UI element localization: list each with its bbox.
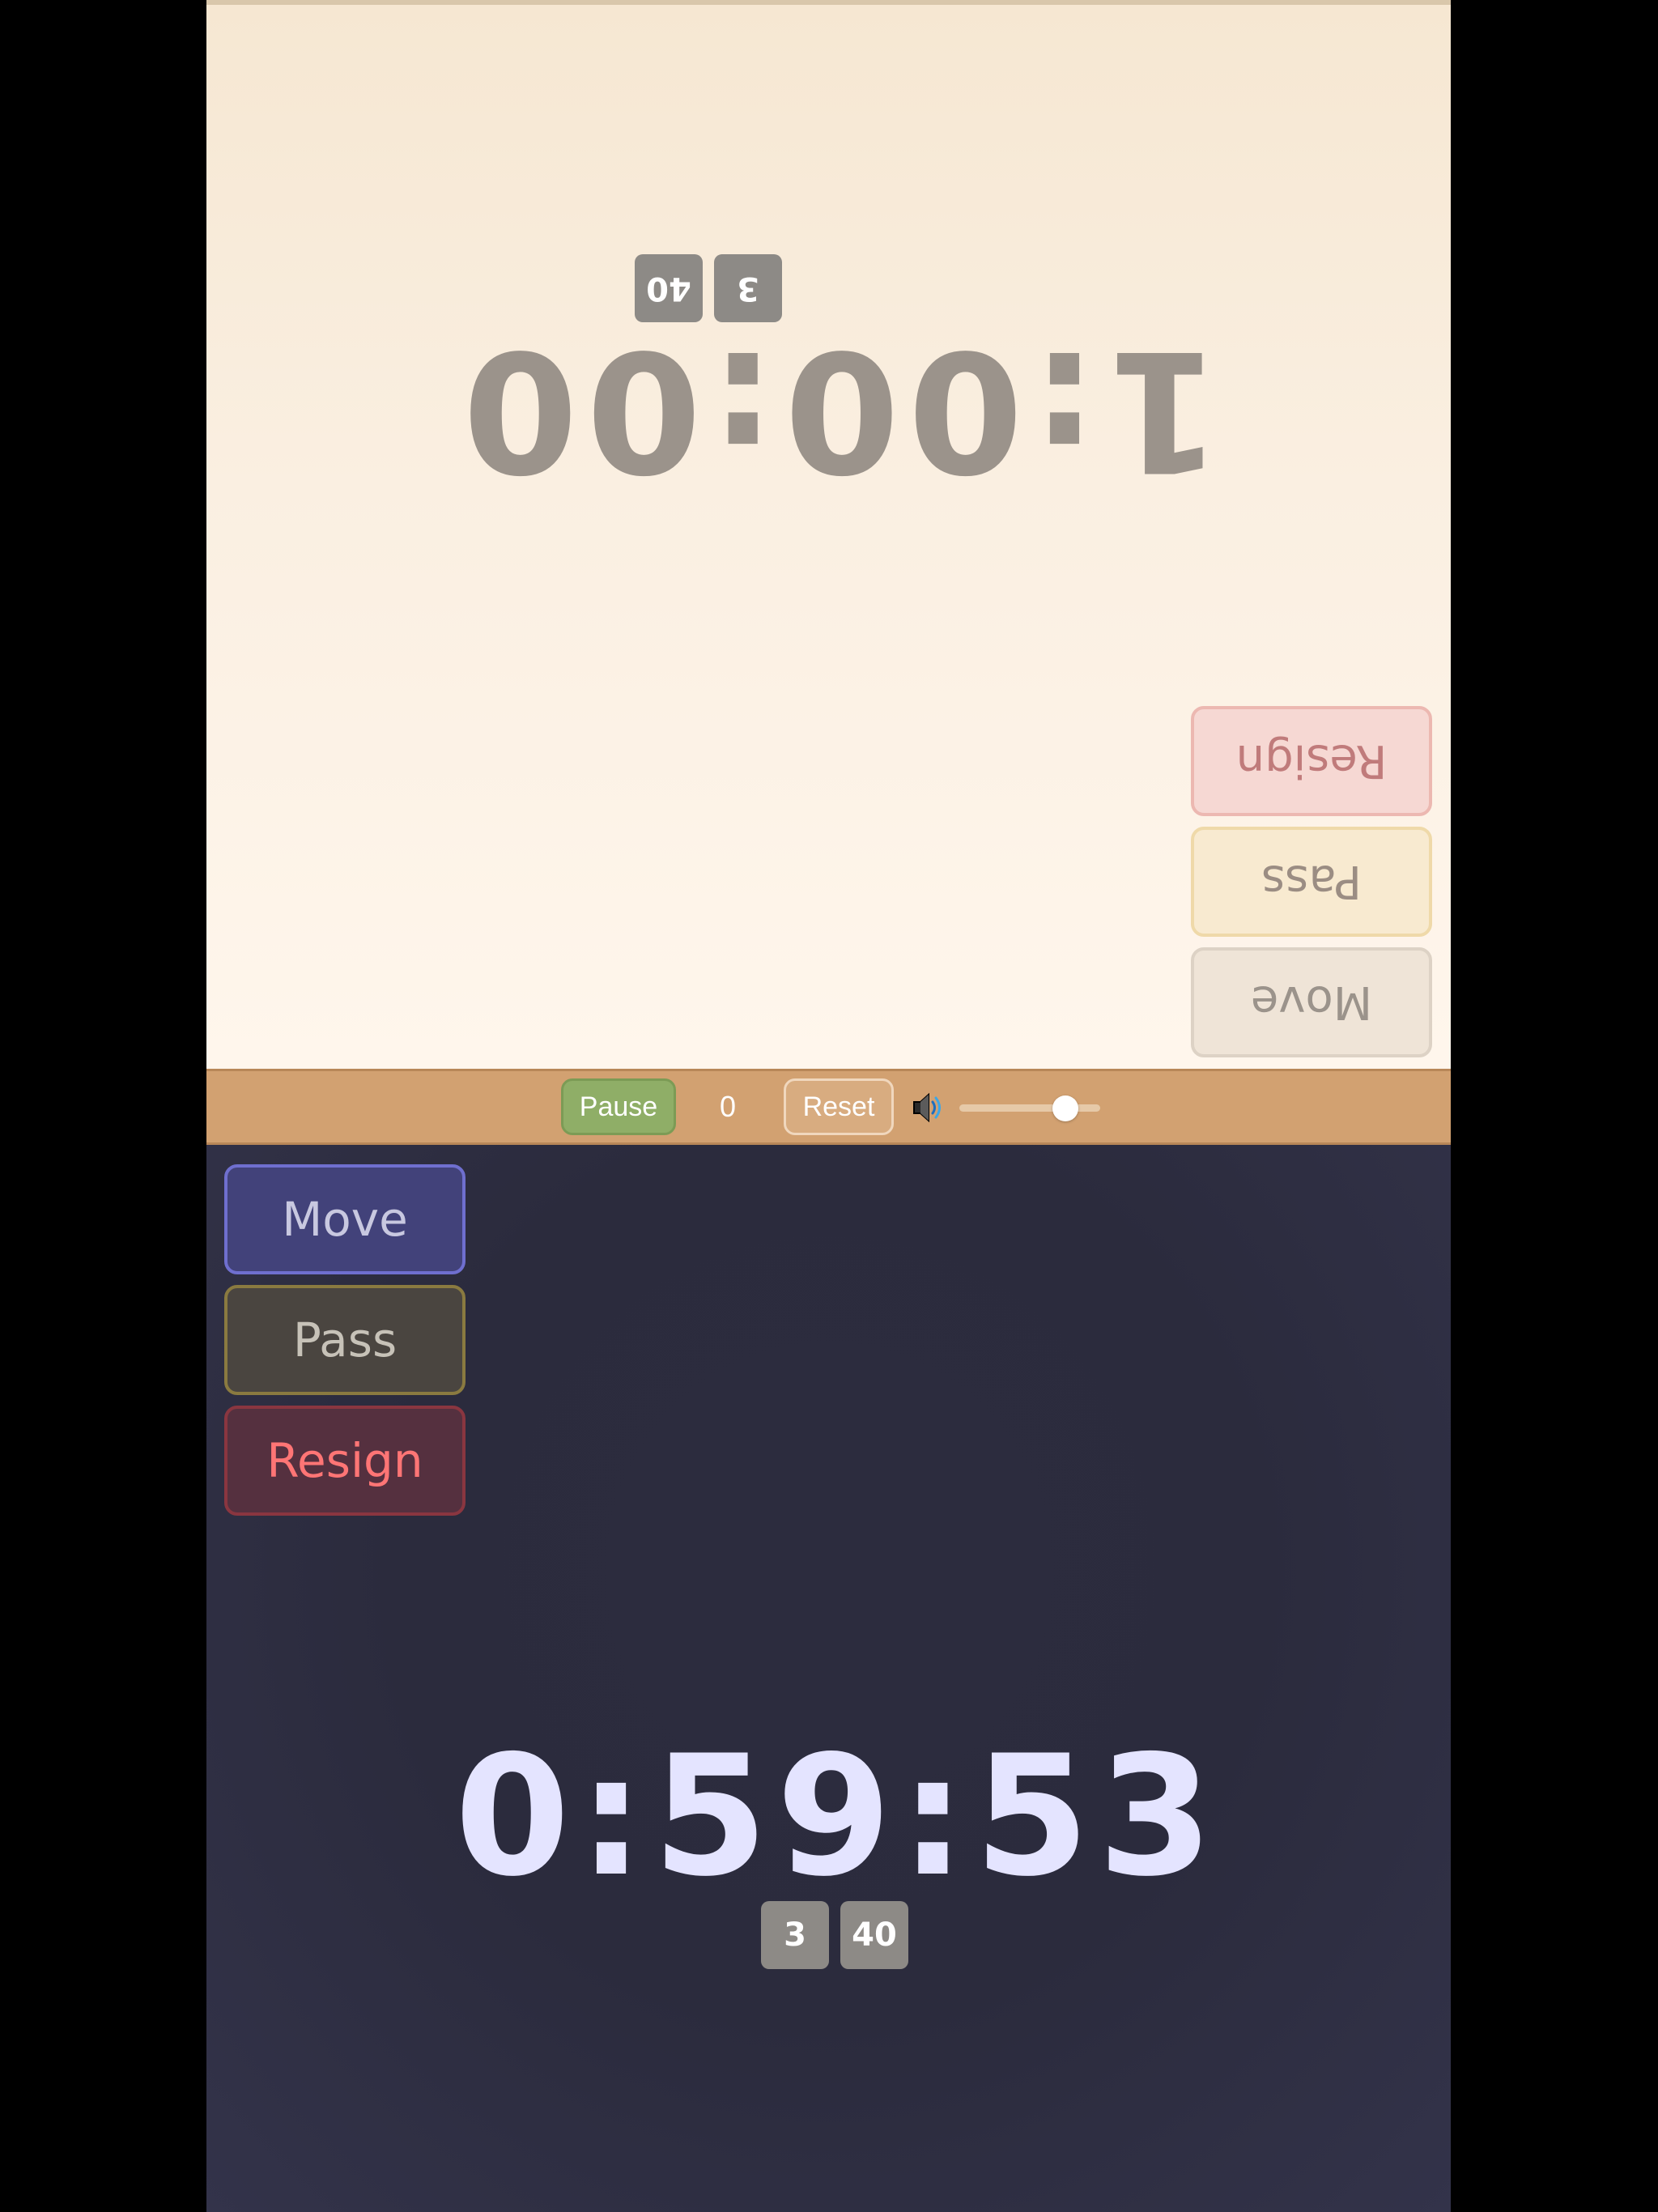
move-counter: 0 [719, 1090, 737, 1123]
volume-slider-track [959, 1104, 1100, 1112]
bottom-move-button[interactable]: Move [224, 1164, 466, 1274]
go-clock-app: 1:00:00 3 40 Resign Pass Move Pause 0 Re… [206, 0, 1451, 2212]
top-player-panel[interactable]: 1:00:00 3 40 Resign Pass Move [206, 0, 1451, 1069]
bottom-player-clock: 0:59:53 [454, 1721, 1222, 1913]
top-player-byoyomi-periods-badge: 3 [714, 254, 782, 322]
bottom-resign-button[interactable]: Resign [224, 1406, 466, 1516]
top-resign-button[interactable]: Resign [1191, 706, 1432, 816]
bottom-pass-button[interactable]: Pass [224, 1285, 466, 1395]
bottom-player-panel[interactable]: Move Pass Resign 0:59:53 3 40 [206, 1145, 1451, 2212]
control-toolbar: Pause 0 Reset [206, 1069, 1451, 1145]
top-pass-button[interactable]: Pass [1191, 827, 1432, 937]
volume-slider[interactable] [959, 1095, 1100, 1121]
top-player-byoyomi-seconds-badge: 40 [635, 254, 703, 322]
bottom-player-byoyomi-periods-badge: 3 [761, 1901, 829, 1969]
pause-button[interactable]: Pause [561, 1078, 676, 1135]
bottom-player-byoyomi-seconds-badge: 40 [840, 1901, 908, 1969]
top-player-clock: 1:00:00 [454, 313, 1222, 506]
speaker-icon[interactable] [911, 1091, 946, 1125]
reset-button[interactable]: Reset [784, 1078, 894, 1135]
volume-slider-thumb[interactable] [1052, 1095, 1078, 1121]
top-move-button[interactable]: Move [1191, 947, 1432, 1057]
